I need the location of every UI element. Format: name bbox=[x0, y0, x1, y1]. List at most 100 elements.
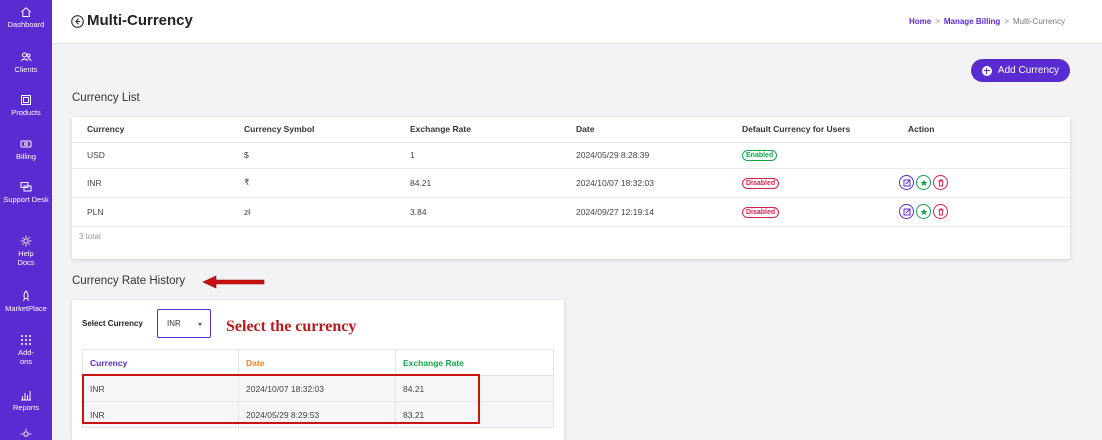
sidebar-item-marketplace[interactable]: MarketPlace bbox=[0, 290, 52, 313]
add-currency-button[interactable]: Add Currency bbox=[971, 59, 1070, 82]
star-icon bbox=[920, 179, 928, 187]
rate-cell: 84.21 bbox=[395, 168, 561, 198]
sidebar-item-label: Dashboard bbox=[7, 20, 45, 29]
star-icon bbox=[920, 208, 928, 216]
home-icon bbox=[21, 7, 31, 17]
status-badge: Enabled bbox=[742, 150, 778, 161]
sidebar-item-label: Reports bbox=[12, 403, 40, 412]
delete-button[interactable] bbox=[933, 175, 948, 190]
edit-button[interactable] bbox=[899, 175, 914, 190]
set-default-button[interactable] bbox=[916, 204, 931, 219]
sidebar-item-label: Help Docs bbox=[17, 249, 35, 267]
symbol-cell: $ bbox=[229, 142, 395, 169]
breadcrumb-current: Multi-Currency bbox=[1012, 17, 1065, 26]
breadcrumb-separator: > bbox=[1004, 17, 1009, 26]
trash-icon bbox=[938, 208, 944, 216]
rocket-icon bbox=[23, 290, 29, 302]
sidebar-item-products[interactable]: Products bbox=[0, 94, 52, 117]
sidebar-item-help-docs[interactable]: Help Docs bbox=[0, 235, 52, 267]
annotation-highlight-box bbox=[82, 374, 480, 424]
page-header: Multi-Currency Home > Manage Billing > Multi… bbox=[52, 0, 1102, 44]
trash-icon bbox=[938, 179, 944, 187]
table-row: INR ₹ 84.21 2024/10/07 18:32:03 Disabled bbox=[72, 168, 1070, 198]
rate-cell: 3.84 bbox=[395, 197, 561, 227]
edit-icon bbox=[903, 208, 911, 216]
column-header: Date bbox=[561, 117, 727, 143]
default-cell: Enabled bbox=[727, 142, 893, 169]
sidebar-item-billing[interactable]: Billing bbox=[0, 138, 52, 161]
table-header-row: Currency Currency Symbol Exchange Rate D… bbox=[72, 117, 1070, 143]
select-currency-label: Select Currency bbox=[82, 319, 143, 328]
sidebar-item-label: Add-ons bbox=[18, 348, 34, 366]
sidebar-item-label: MarketPlace bbox=[5, 304, 47, 313]
back-arrow-icon[interactable] bbox=[71, 15, 84, 28]
add-currency-label: Add Currency bbox=[997, 65, 1060, 76]
selected-currency-value: INR bbox=[167, 319, 181, 328]
gear-icon bbox=[20, 235, 32, 247]
chart-icon bbox=[21, 391, 31, 401]
sidebar-item-add-ons[interactable]: Add-ons bbox=[0, 334, 52, 366]
currency-cell: USD bbox=[72, 142, 229, 169]
symbol-cell: zł bbox=[229, 197, 395, 227]
users-icon bbox=[20, 52, 32, 62]
sidebar-item-label: Billing bbox=[15, 152, 36, 161]
sidebar-item-more[interactable] bbox=[0, 428, 52, 440]
breadcrumb-home[interactable]: Home bbox=[909, 17, 931, 26]
annotation-text: Select the currency bbox=[226, 318, 357, 335]
plus-circle-icon bbox=[981, 65, 992, 76]
column-header: Currency Symbol bbox=[229, 117, 395, 143]
action-cell bbox=[893, 197, 1070, 227]
total-count: 3 total bbox=[79, 232, 101, 241]
symbol-cell: ₹ bbox=[229, 168, 395, 198]
date-cell: 2024/10/07 18:32:03 bbox=[561, 168, 727, 198]
chevron-down-icon bbox=[198, 323, 202, 326]
delete-button[interactable] bbox=[933, 204, 948, 219]
status-badge: Disabled bbox=[742, 206, 780, 218]
edit-button[interactable] bbox=[899, 204, 914, 219]
column-header: Currency bbox=[82, 349, 239, 376]
column-header: Exchange Rate bbox=[395, 117, 561, 143]
action-cell bbox=[893, 142, 1070, 169]
column-header: Exchange Rate bbox=[395, 349, 554, 376]
table-row: USD $ 1 2024/05/29 8:28:39 Enabled bbox=[72, 142, 1070, 169]
currency-cell: PLN bbox=[72, 197, 229, 227]
grid-icon bbox=[21, 335, 31, 345]
table-row: PLN zł 3.84 2024/09/27 12:19:14 Disabled bbox=[72, 197, 1070, 227]
currency-list-table: Currency Currency Symbol Exchange Rate D… bbox=[72, 117, 1070, 227]
column-header: Currency bbox=[72, 117, 229, 143]
table-header-row: Currency Date Exchange Rate bbox=[82, 349, 554, 376]
action-cell bbox=[893, 168, 1070, 198]
sidebar-item-label: Products bbox=[11, 108, 41, 117]
sidebar-item-label: Support Desk bbox=[3, 195, 49, 204]
sidebar-item-clients[interactable]: Clients bbox=[0, 51, 52, 74]
default-cell: Disabled bbox=[727, 168, 893, 198]
sidebar-item-label: Clients bbox=[14, 65, 38, 74]
sidebar: Dashboard Clients Products Billing Suppo… bbox=[0, 0, 52, 440]
edit-icon bbox=[903, 179, 911, 187]
date-cell: 2024/05/29 8:28:39 bbox=[561, 142, 727, 169]
column-header: Action bbox=[893, 117, 1070, 143]
set-default-button[interactable] bbox=[916, 175, 931, 190]
sidebar-item-reports[interactable]: Reports bbox=[0, 389, 52, 412]
annotation-arrow-icon bbox=[202, 275, 265, 289]
support-icon bbox=[20, 182, 32, 192]
breadcrumb: Home > Manage Billing > Multi-Currency bbox=[909, 17, 1065, 26]
date-cell: 2024/09/27 12:19:14 bbox=[561, 197, 727, 227]
currency-cell: INR bbox=[72, 168, 229, 198]
billing-icon bbox=[20, 140, 32, 148]
default-cell: Disabled bbox=[727, 197, 893, 227]
column-header: Date bbox=[238, 349, 396, 376]
status-badge: Disabled bbox=[742, 177, 780, 189]
sidebar-item-support-desk[interactable]: Support Desk bbox=[0, 181, 52, 204]
rate-history-title: Currency Rate History bbox=[72, 275, 186, 287]
column-header: Default Currency for Users bbox=[727, 117, 893, 143]
page-title: Multi-Currency bbox=[87, 12, 193, 29]
breadcrumb-manage-billing[interactable]: Manage Billing bbox=[944, 17, 1000, 26]
currency-select[interactable]: INR bbox=[157, 309, 211, 338]
box-icon bbox=[21, 95, 31, 105]
sidebar-item-dashboard[interactable]: Dashboard bbox=[0, 6, 52, 29]
currency-list-card: Currency Currency Symbol Exchange Rate D… bbox=[72, 117, 1070, 259]
breadcrumb-separator: > bbox=[935, 17, 940, 26]
gear-icon bbox=[20, 428, 32, 437]
currency-list-title: Currency List bbox=[72, 92, 140, 104]
